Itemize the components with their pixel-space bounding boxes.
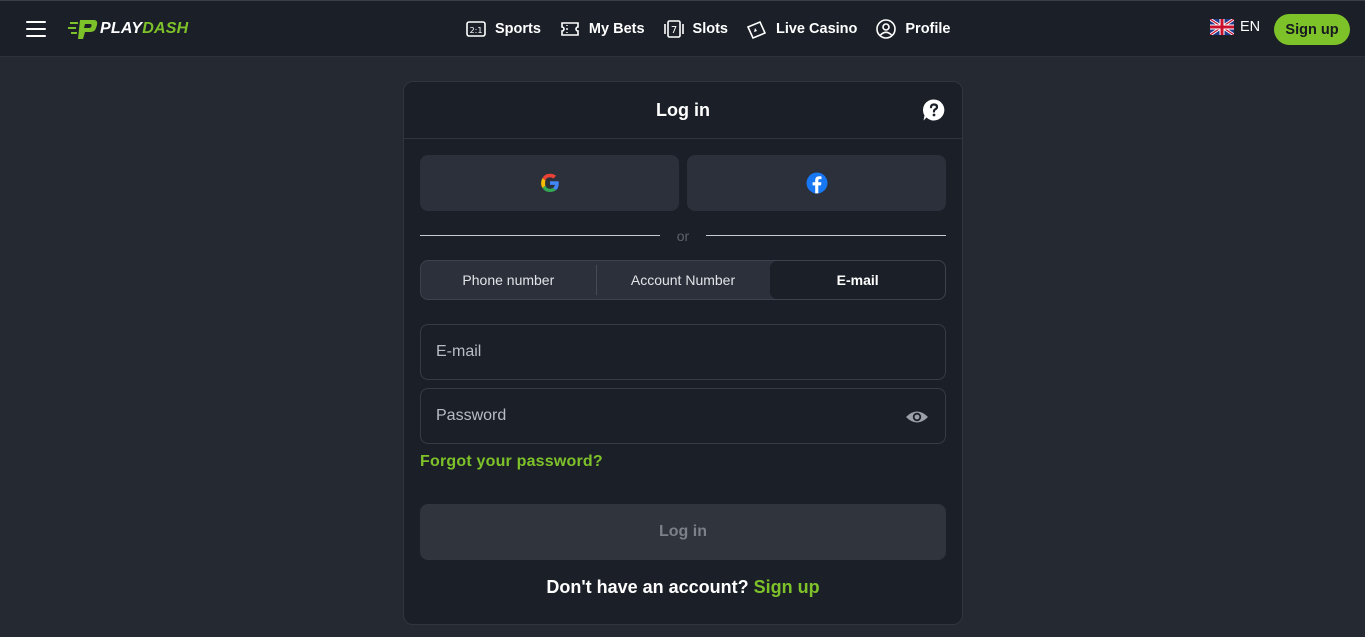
menu-icon[interactable] bbox=[26, 21, 46, 37]
divider-line-right bbox=[706, 235, 946, 236]
facebook-icon bbox=[806, 172, 827, 194]
nav-label-profile: Profile bbox=[905, 21, 951, 37]
or-divider: or bbox=[420, 228, 946, 244]
help-chat-icon[interactable] bbox=[922, 98, 946, 122]
sports-icon: 2:1 bbox=[466, 21, 486, 37]
or-label: or bbox=[676, 228, 690, 244]
logo-text-play: PLAY bbox=[100, 20, 143, 37]
nav-item-slots[interactable]: 7 Slots bbox=[663, 18, 728, 40]
show-password-eye-icon[interactable] bbox=[905, 406, 929, 428]
logo-text-dash: DASH bbox=[142, 20, 189, 37]
google-login-button[interactable] bbox=[420, 155, 679, 211]
login-title: Log in bbox=[656, 100, 710, 120]
nav-item-my-bets[interactable]: My Bets bbox=[559, 18, 645, 40]
signup-prompt: Don't have an account? Sign up bbox=[404, 577, 962, 598]
logo-text: PLAYDASH bbox=[100, 20, 188, 38]
playdash-logo[interactable]: PLAYDASH bbox=[68, 16, 188, 42]
nav-item-sports[interactable]: 2:1 Sports bbox=[465, 18, 541, 40]
login-card: Log in or Phone number Account Number E-… bbox=[403, 81, 963, 625]
email-field bbox=[420, 324, 946, 380]
nav-item-live-casino[interactable]: Live Casino bbox=[746, 18, 857, 40]
tab-account-number[interactable]: Account Number bbox=[595, 261, 771, 299]
language-selector[interactable]: EN bbox=[1210, 19, 1260, 35]
top-navigation-bar: PLAYDASH 2:1 Sports My Bets 7 Slots Live… bbox=[0, 0, 1365, 57]
profile-icon bbox=[876, 19, 897, 39]
svg-text:7: 7 bbox=[670, 25, 676, 36]
no-account-text: Don't have an account? bbox=[546, 577, 749, 597]
header-signup-button[interactable]: Sign up bbox=[1274, 14, 1350, 45]
tab-phone-number[interactable]: Phone number bbox=[421, 261, 596, 299]
nav-item-profile[interactable]: Profile bbox=[875, 18, 951, 40]
facebook-login-button[interactable] bbox=[687, 155, 946, 211]
email-input[interactable] bbox=[421, 325, 945, 379]
language-code: EN bbox=[1240, 19, 1261, 35]
nav-label-my-bets: My Bets bbox=[588, 21, 645, 37]
login-submit-button[interactable]: Log in bbox=[420, 504, 946, 560]
forgot-password-link[interactable]: Forgot your password? bbox=[420, 453, 603, 471]
social-login-row bbox=[420, 155, 946, 211]
uk-flag-icon bbox=[1210, 19, 1234, 35]
svg-text:2:1: 2:1 bbox=[470, 26, 483, 35]
nav-label-slots: Slots bbox=[692, 21, 728, 37]
password-field bbox=[420, 388, 946, 444]
logo-mark-icon bbox=[68, 20, 98, 39]
main-nav: 2:1 Sports My Bets 7 Slots Live Casino P… bbox=[465, 17, 969, 41]
ticket-icon bbox=[561, 22, 579, 36]
login-card-header: Log in bbox=[404, 82, 962, 139]
tab-email[interactable]: E-mail bbox=[770, 261, 945, 299]
signup-link[interactable]: Sign up bbox=[754, 577, 820, 597]
password-input[interactable] bbox=[421, 389, 945, 443]
slots-icon: 7 bbox=[663, 20, 684, 38]
nav-label-live-casino: Live Casino bbox=[775, 21, 858, 37]
login-method-tabs: Phone number Account Number E-mail bbox=[420, 260, 946, 300]
cards-icon bbox=[746, 20, 767, 40]
nav-label-sports: Sports bbox=[495, 21, 541, 37]
google-icon bbox=[540, 173, 559, 192]
